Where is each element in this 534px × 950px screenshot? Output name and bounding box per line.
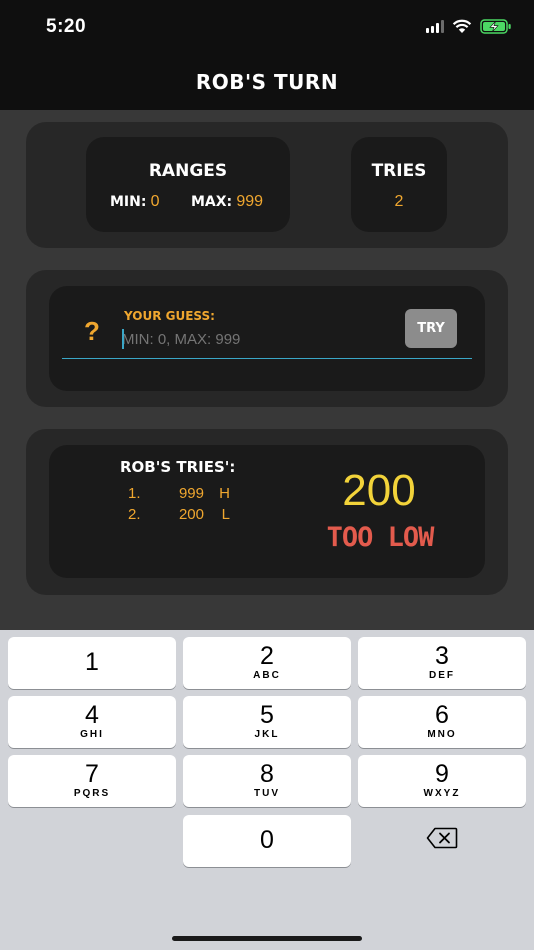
text-caret (122, 329, 124, 349)
backspace-key[interactable] (358, 812, 526, 864)
try-hint: H (219, 485, 230, 502)
tries-card: TRIES 2 (351, 137, 447, 232)
key-8[interactable]: 8 TUV (183, 755, 351, 807)
key-digit: 4 (85, 701, 99, 729)
key-5[interactable]: 5 JKL (183, 696, 351, 748)
tries-count: 2 (394, 193, 404, 210)
cellular-signal-icon (426, 19, 444, 33)
list-item: 1. 999 H (128, 485, 230, 502)
home-indicator[interactable] (172, 936, 362, 941)
key-0[interactable]: 0 (183, 815, 351, 867)
last-guess-value: 200 (342, 466, 416, 515)
backspace-icon (426, 827, 458, 849)
guess-label: YOUR GUESS: (124, 309, 215, 323)
try-hint: L (221, 506, 230, 523)
key-letters: DEF (429, 670, 455, 681)
min-value: 0 (150, 193, 160, 210)
page-title: ROB'S TURN (195, 70, 339, 94)
key-4[interactable]: 4 GHI (8, 696, 176, 748)
key-letters: PQRS (73, 788, 111, 799)
key-digit: 8 (260, 760, 274, 788)
key-9[interactable]: 9 WXYZ (358, 755, 526, 807)
key-letters: WXYZ (423, 788, 461, 799)
question-icon: ? (84, 316, 100, 346)
status-icons (426, 17, 512, 35)
key-letters: TUV (254, 788, 280, 799)
key-3[interactable]: 3 DEF (358, 637, 526, 689)
try-number: 1. (128, 485, 141, 502)
status-time: 5:20 (46, 16, 87, 37)
max-value: 999 (236, 193, 264, 210)
key-6[interactable]: 6 MNO (358, 696, 526, 748)
ranges-card: RANGES MIN: 0 MAX: 999 (86, 137, 290, 232)
input-underline (62, 358, 472, 359)
key-digit: 1 (85, 648, 99, 676)
key-2[interactable]: 2 ABC (183, 637, 351, 689)
feedback-text: TOO LOW (326, 522, 435, 553)
try-button[interactable]: TRY (405, 309, 457, 348)
key-digit: 3 (435, 642, 449, 670)
key-letters: GHI (80, 729, 104, 740)
guess-input[interactable] (122, 327, 392, 351)
key-digit: 0 (260, 826, 274, 854)
key-letters: JKL (254, 729, 280, 740)
max-label: MAX: (191, 194, 233, 210)
list-item: 2. 200 L (128, 506, 230, 523)
max-range: MAX: 999 (191, 193, 263, 211)
key-digit: 2 (260, 642, 274, 670)
min-range: MIN: 0 (110, 193, 160, 211)
key-1[interactable]: 1 (8, 637, 176, 689)
tries-list-title: ROB'S TRIES': (120, 458, 236, 476)
key-letters: ABC (253, 670, 281, 681)
key-7[interactable]: 7 PQRS (8, 755, 176, 807)
ranges-title: RANGES (148, 161, 228, 181)
tries-title: TRIES (371, 161, 427, 181)
key-digit: 9 (435, 760, 449, 788)
battery-charging-icon (480, 18, 511, 34)
key-digit: 5 (260, 701, 274, 729)
try-value: 200 (178, 506, 204, 523)
try-value: 999 (178, 485, 204, 502)
navigation-bar: ROB'S TURN (0, 54, 534, 110)
key-letters: MNO (427, 729, 457, 740)
key-digit: 6 (435, 701, 449, 729)
wifi-icon (452, 19, 472, 33)
try-number: 2. (128, 506, 141, 523)
status-bar: 5:20 (0, 0, 534, 54)
min-label: MIN: (110, 194, 147, 210)
key-digit: 7 (85, 760, 99, 788)
